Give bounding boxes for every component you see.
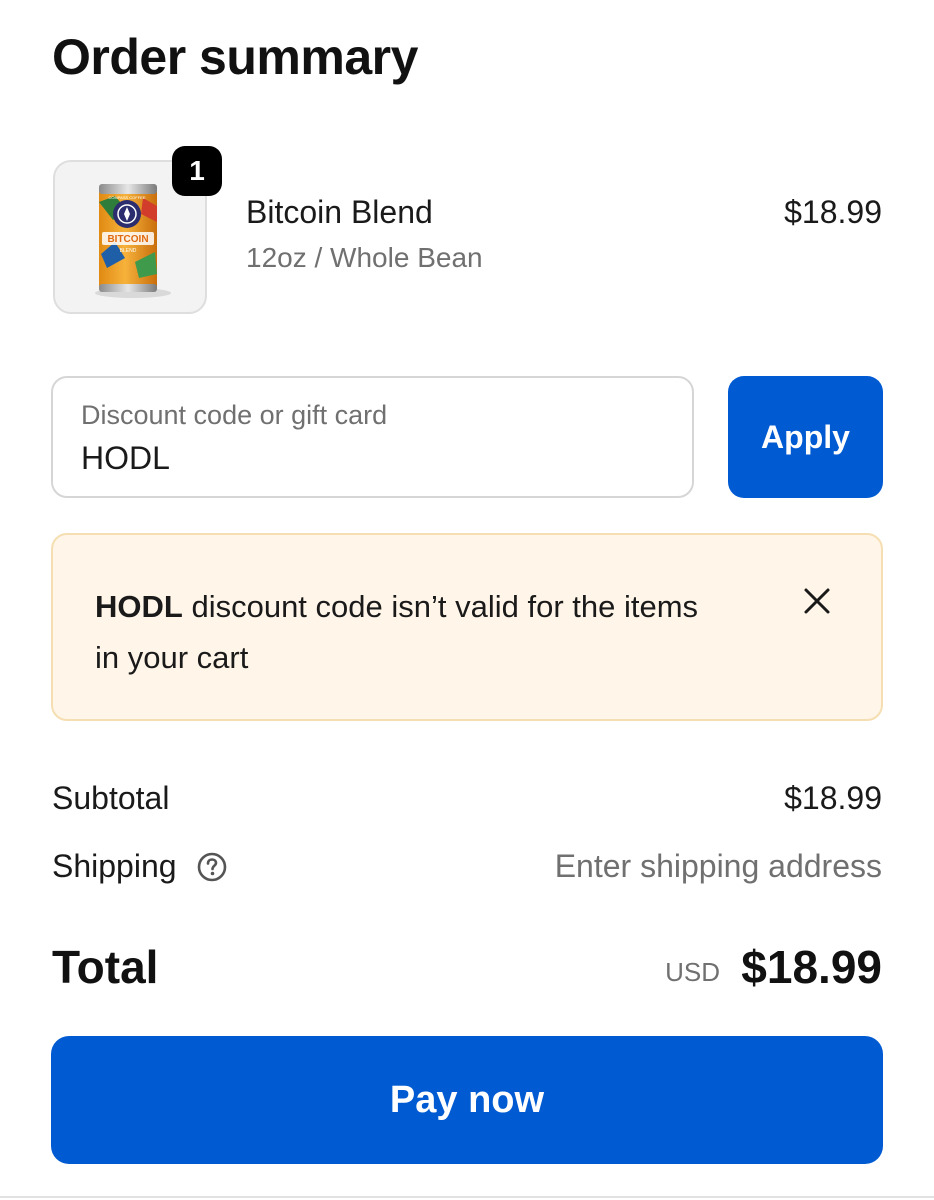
- pay-now-button[interactable]: Pay now: [51, 1036, 883, 1164]
- total-value: $18.99: [741, 941, 882, 993]
- notice-text: discount code isn’t valid for the items …: [95, 589, 699, 675]
- page-title: Order summary: [52, 29, 418, 85]
- product-price: $18.99: [784, 194, 882, 230]
- subtotal-value: $18.99: [784, 780, 882, 816]
- shipping-value: Enter shipping address: [554, 848, 882, 884]
- subtotal-label: Subtotal: [52, 780, 170, 816]
- bottom-divider: [0, 1196, 934, 1198]
- can-brand-text: COMPASS COFFEE: [108, 195, 145, 200]
- discount-code-label: Discount code or gift card: [81, 400, 388, 430]
- quantity-badge: 1: [172, 146, 222, 196]
- close-icon[interactable]: [801, 585, 833, 617]
- notice-code: HODL: [95, 589, 183, 624]
- shipping-label: Shipping: [52, 848, 177, 884]
- can-subtitle-text: BLEND: [120, 248, 137, 254]
- product-variant: 12oz / Whole Bean: [246, 242, 483, 273]
- notice-message: HODL discount code isn’t valid for the i…: [95, 581, 715, 683]
- help-circle-icon[interactable]: [196, 851, 228, 883]
- total-currency: USD: [665, 957, 720, 987]
- apply-button[interactable]: Apply: [728, 376, 883, 498]
- product-name: Bitcoin Blend: [246, 194, 433, 230]
- discount-code-input[interactable]: HODL: [81, 440, 170, 477]
- total-label: Total: [52, 941, 159, 993]
- discount-code-field[interactable]: Discount code or gift card HODL: [51, 376, 694, 498]
- can-title-text: BITCOIN: [107, 234, 148, 245]
- discount-error-notice: HODL discount code isn’t valid for the i…: [51, 533, 883, 721]
